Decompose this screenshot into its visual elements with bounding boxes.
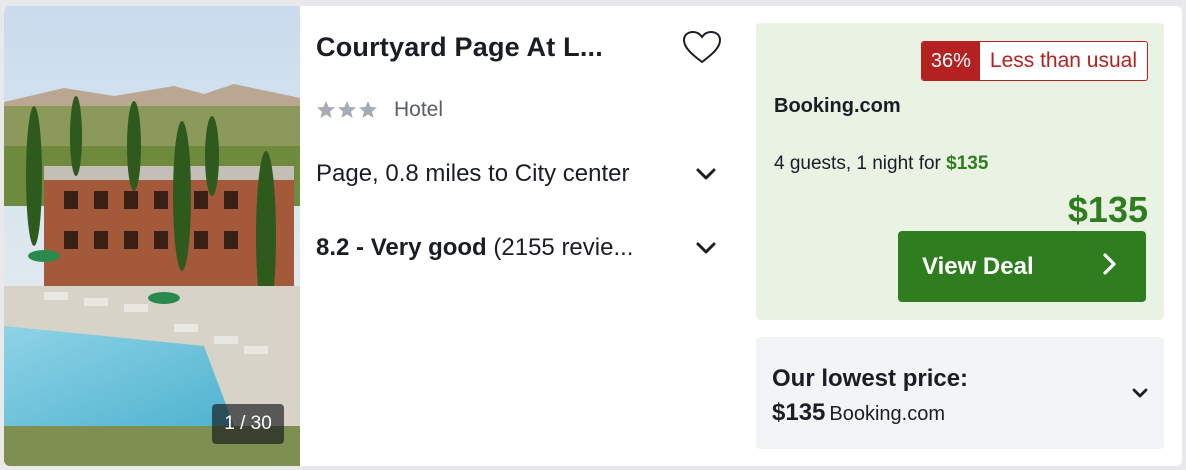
hotel-info: Courtyard Page At L... Hotel Page, 0.8 m… — [316, 6, 746, 466]
review-count: (2155 revie... — [486, 234, 634, 261]
stay-price: $135 — [946, 153, 989, 174]
heart-icon[interactable] — [680, 26, 724, 70]
hotel-photo-image — [4, 6, 300, 466]
location-text: Page, 0.8 miles to City center — [316, 160, 630, 187]
star-rating — [316, 100, 378, 120]
deal-price: $135 — [1067, 189, 1148, 230]
chevron-down-icon — [694, 162, 718, 186]
review-summary: 8.2 - Very good (2155 revie... — [316, 234, 633, 262]
discount-percent: 36% — [921, 42, 980, 80]
view-deal-label: View Deal — [922, 252, 1034, 280]
review-score: 8.2 - Very good — [316, 234, 487, 261]
hotel-photo[interactable]: 1 / 30 — [4, 6, 300, 466]
star-icon — [359, 101, 377, 118]
chevron-right-icon — [1100, 251, 1120, 282]
location-toggle[interactable]: Page, 0.8 miles to City center — [316, 154, 718, 194]
lowest-price-panel[interactable]: Our lowest price: $135 Booking.com — [756, 337, 1164, 449]
chevron-down-icon — [694, 236, 718, 260]
deal-panel[interactable]: 36% Less than usual Booking.com 4 guests… — [756, 23, 1164, 320]
reviews-toggle[interactable]: 8.2 - Very good (2155 revie... — [316, 228, 718, 268]
star-icon — [338, 101, 356, 118]
lowest-price-value: $135 — [772, 399, 826, 426]
discount-label: Less than usual — [989, 49, 1137, 72]
hotel-result-card: 1 / 30 Courtyard Page At L... Hotel Page… — [4, 6, 1182, 466]
discount-badge: 36% Less than usual — [920, 41, 1148, 81]
photo-counter: 1 / 30 — [212, 404, 284, 444]
hotel-name[interactable]: Courtyard Page At L... — [316, 32, 603, 63]
deal-provider: Booking.com — [774, 95, 901, 117]
star-icon — [317, 101, 335, 118]
chevron-down-icon — [1130, 383, 1150, 403]
lowest-price-line: $135 Booking.com — [772, 399, 945, 427]
lowest-price-title: Our lowest price: — [772, 365, 969, 392]
lowest-price-provider: Booking.com — [829, 403, 946, 425]
stay-text: 4 guests, 1 night for — [774, 153, 947, 174]
view-deal-button[interactable]: View Deal — [898, 231, 1146, 302]
property-type: Hotel — [394, 98, 444, 121]
stay-details: 4 guests, 1 night for $135 — [774, 153, 988, 175]
